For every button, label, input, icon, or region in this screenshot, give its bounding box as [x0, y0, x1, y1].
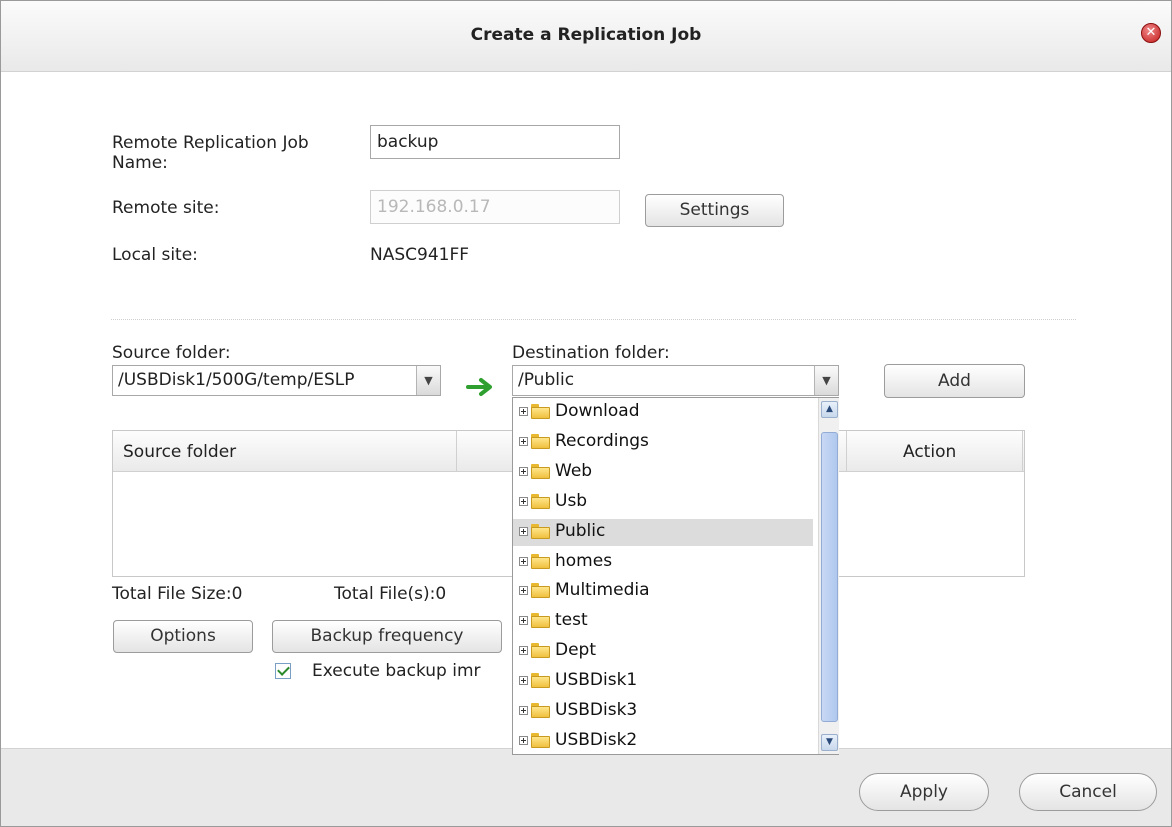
- destination-folder-value: /Public: [518, 370, 575, 390]
- column-source-folder: Source folder: [123, 442, 237, 462]
- tree-item-label: USBDisk3: [555, 700, 638, 720]
- chevron-down-icon[interactable]: ▼: [416, 366, 440, 395]
- tree-item[interactable]: Recordings: [513, 429, 813, 456]
- tree-item[interactable]: homes: [513, 549, 813, 576]
- folder-icon: [531, 433, 551, 450]
- replication-dialog: Create a Replication Job ✕ Remote Replic…: [0, 0, 1172, 827]
- source-folder-select[interactable]: /USBDisk1/500G/temp/ESLP ▼: [112, 365, 441, 396]
- folder-icon: [531, 404, 551, 420]
- dialog-title: Create a Replication Job: [470, 25, 702, 45]
- tree-item[interactable]: USBDisk1: [513, 668, 813, 695]
- source-folder-value: /USBDisk1/500G/temp/ESLP: [118, 370, 355, 390]
- column-divider: [1022, 431, 1023, 471]
- total-files: Total File(s):0: [334, 584, 447, 604]
- options-button[interactable]: Options: [113, 620, 253, 653]
- tree-item[interactable]: USBDisk3: [513, 698, 813, 725]
- folder-icon: [531, 553, 551, 570]
- folder-icon: [531, 463, 551, 480]
- expand-icon[interactable]: [519, 676, 528, 686]
- scroll-down-icon[interactable]: ▼: [821, 734, 838, 751]
- job-name-input[interactable]: [370, 125, 620, 159]
- destination-folder-dropdown: Download Recordings Web Usb Public homes Multi…: [512, 397, 839, 755]
- tree-item[interactable]: Public: [513, 518, 813, 546]
- folder-icon: [531, 583, 551, 599]
- arrow-right-icon: [466, 378, 492, 396]
- section-divider: [111, 319, 1076, 320]
- close-icon[interactable]: ✕: [1141, 23, 1161, 43]
- cancel-button[interactable]: Cancel: [1019, 773, 1157, 811]
- expand-icon[interactable]: [519, 526, 528, 536]
- tree-item-label: test: [555, 610, 588, 631]
- folder-icon: [531, 493, 551, 510]
- expand-icon[interactable]: [519, 436, 528, 446]
- execute-backup-checkbox[interactable]: [275, 663, 291, 679]
- tree-item-label: Dept: [555, 640, 597, 661]
- expand-icon[interactable]: [519, 646, 528, 656]
- source-folder-label: Source folder:: [112, 343, 231, 363]
- expand-icon[interactable]: [519, 616, 528, 626]
- tree-item[interactable]: USBDisk2: [513, 728, 813, 755]
- tree-item[interactable]: Multimedia: [513, 578, 813, 605]
- tree-item[interactable]: Download: [513, 399, 813, 426]
- local-site-value: NASC941FF: [370, 245, 470, 265]
- local-site-label: Local site:: [112, 245, 198, 265]
- tree-item-label: Public: [555, 520, 606, 541]
- tree-item-label: Download: [555, 401, 640, 421]
- tree-item-label: USBDisk1: [555, 670, 638, 691]
- add-button[interactable]: Add: [884, 364, 1025, 398]
- expand-icon[interactable]: [519, 586, 528, 596]
- chevron-down-icon[interactable]: ▼: [814, 366, 838, 395]
- backup-frequency-button[interactable]: Backup frequency: [272, 620, 502, 653]
- column-action: Action: [903, 442, 957, 462]
- settings-button[interactable]: Settings: [645, 194, 784, 227]
- tree-item-label: USBDisk2: [555, 729, 638, 750]
- job-name-label-line2: Name:: [112, 153, 168, 173]
- tree-item[interactable]: Dept: [513, 638, 813, 665]
- tree-item-label: Recordings: [555, 430, 649, 451]
- expand-icon[interactable]: [519, 706, 528, 715]
- remote-site-input: [370, 190, 620, 224]
- column-divider: [846, 431, 847, 471]
- dropdown-scrollbar[interactable]: ▲ ▼: [818, 398, 839, 754]
- folder-icon: [531, 732, 551, 749]
- destination-folder-select[interactable]: /Public ▼: [512, 365, 839, 396]
- apply-button[interactable]: Apply: [859, 773, 989, 811]
- tree-item[interactable]: Web: [513, 459, 813, 486]
- expand-icon[interactable]: [519, 407, 528, 416]
- total-file-size: Total File Size:0: [112, 584, 243, 604]
- folder-icon: [531, 703, 551, 719]
- tree-item-label: Multimedia: [555, 580, 650, 601]
- folder-icon: [531, 523, 551, 540]
- tree-item-label: homes: [555, 550, 613, 571]
- scroll-up-icon[interactable]: ▲: [821, 401, 838, 418]
- tree-item[interactable]: test: [513, 608, 813, 635]
- tree-item-label: Web: [555, 460, 593, 481]
- remote-site-label: Remote site:: [112, 198, 220, 218]
- execute-backup-label: Execute backup imr: [312, 661, 481, 681]
- dialog-footer: Apply Cancel: [1, 748, 1171, 826]
- expand-icon[interactable]: [519, 735, 528, 745]
- folder-icon: [531, 613, 551, 629]
- tree-item[interactable]: Usb: [513, 489, 813, 516]
- tree-item-label: Usb: [555, 490, 588, 511]
- job-name-label-line1: Remote Replication Job: [112, 133, 309, 153]
- folder-icon: [531, 643, 551, 659]
- expand-icon[interactable]: [519, 466, 528, 476]
- expand-icon[interactable]: [519, 496, 528, 506]
- destination-folder-label: Destination folder:: [512, 343, 670, 363]
- expand-icon[interactable]: [519, 556, 528, 566]
- scrollbar-thumb[interactable]: [821, 432, 838, 722]
- folder-icon: [531, 673, 551, 689]
- dialog-titlebar: Create a Replication Job ✕: [1, 1, 1171, 72]
- column-divider: [456, 431, 457, 471]
